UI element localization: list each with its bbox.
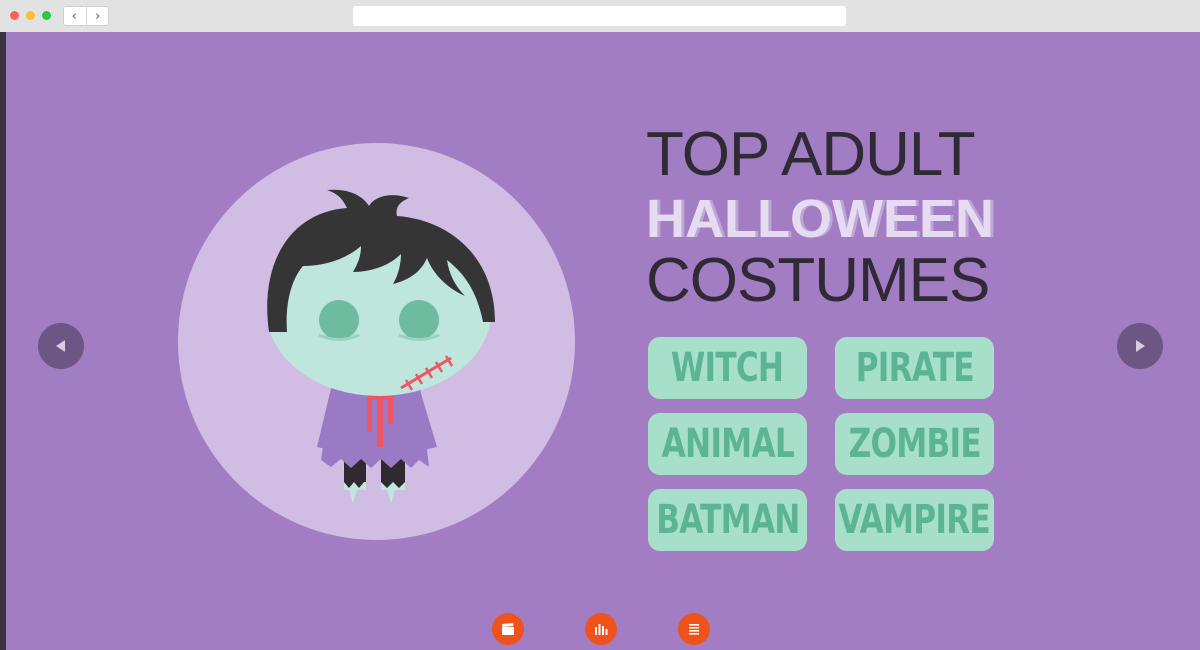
costume-tag-label: ZOMBIE — [848, 421, 981, 467]
title-line-halloween: HALLOWEEN — [646, 189, 994, 249]
browser-chrome: ‹ › — [0, 0, 1200, 33]
document-icon — [689, 624, 699, 635]
bar-chart-icon — [595, 624, 608, 635]
costume-tag-label: WITCH — [671, 345, 784, 391]
next-slide-button[interactable] — [1117, 323, 1163, 369]
costume-tag-label: PIRATE — [855, 345, 974, 391]
title-line-costumes: COSTUMES — [646, 246, 990, 315]
clapperboard-button[interactable] — [492, 613, 524, 645]
arrow-left-icon — [56, 340, 65, 352]
arrow-right-icon — [1136, 340, 1145, 352]
costume-tag-witch[interactable]: WITCH — [648, 337, 807, 399]
costume-tag-zombie[interactable]: ZOMBIE — [835, 413, 994, 475]
back-button[interactable]: ‹ — [63, 6, 86, 26]
costume-tag-pirate[interactable]: PIRATE — [835, 337, 994, 399]
costume-tag-batman[interactable]: BATMAN — [648, 489, 807, 551]
title-line-top-adult: TOP ADULT — [646, 120, 976, 189]
page-title: TOP ADULT HALLOWEEN COSTUMES — [646, 124, 1006, 312]
costume-tag-label: BATMAN — [655, 497, 800, 543]
slide-page: TOP ADULT HALLOWEEN COSTUMES WITCH PIRAT… — [6, 32, 1200, 650]
previous-slide-button[interactable] — [38, 323, 84, 369]
close-window-dot[interactable] — [10, 11, 19, 20]
minimize-window-dot[interactable] — [26, 11, 35, 20]
chart-button[interactable] — [585, 613, 617, 645]
forward-button[interactable]: › — [85, 6, 110, 26]
costume-tag-label: VAMPIRE — [838, 497, 991, 543]
costume-tag-label: ANIMAL — [661, 421, 794, 467]
address-bar[interactable] — [353, 6, 846, 26]
zombie-illustration — [267, 189, 495, 504]
navigation-buttons: ‹ › — [63, 6, 109, 26]
bottom-icon-bar — [492, 613, 712, 645]
costume-tag-grid: WITCH PIRATE ANIMAL ZOMBIE BATMAN VAMPIR… — [648, 337, 994, 551]
costume-tag-animal[interactable]: ANIMAL — [648, 413, 807, 475]
document-button[interactable] — [678, 613, 710, 645]
clapperboard-icon — [502, 623, 514, 635]
maximize-window-dot[interactable] — [42, 11, 51, 20]
costume-tag-vampire[interactable]: VAMPIRE — [835, 489, 994, 551]
